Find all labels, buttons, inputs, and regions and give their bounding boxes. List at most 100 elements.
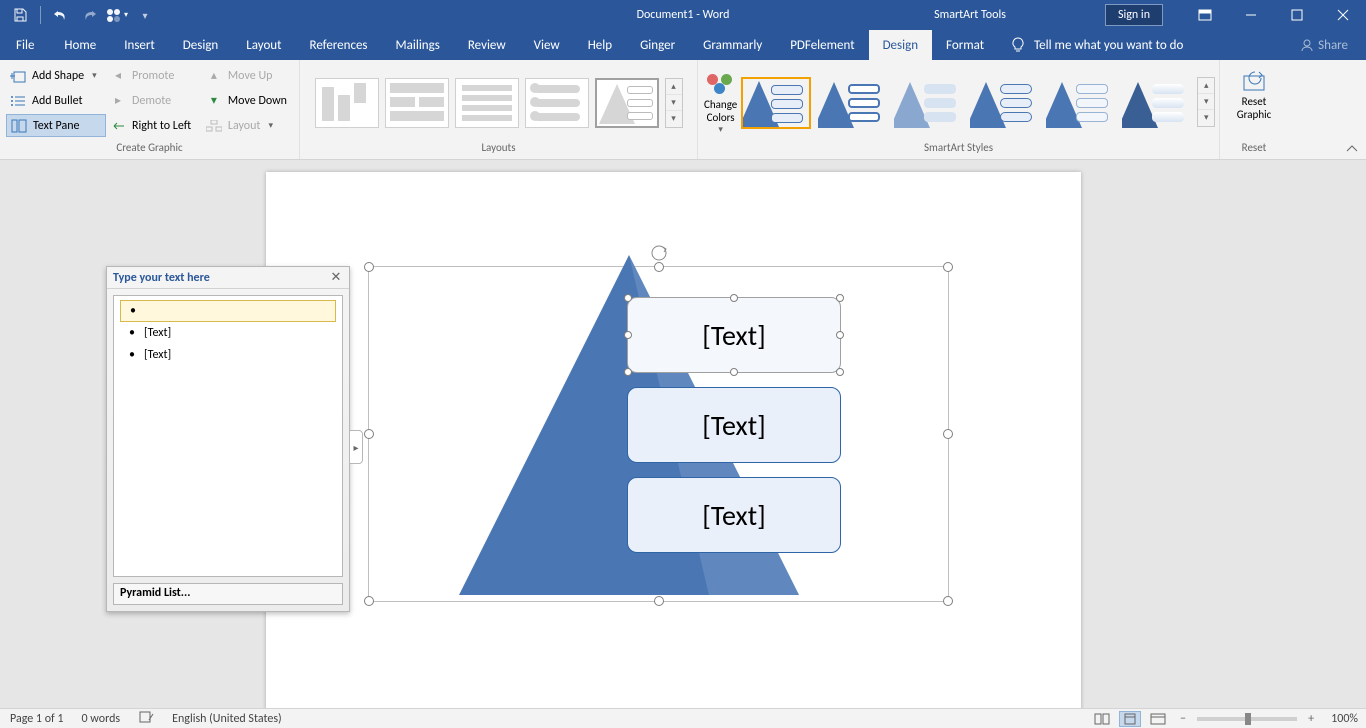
gallery-up-icon[interactable]: ▴ — [1198, 78, 1214, 94]
text-pane-item-3[interactable]: •[Text] — [120, 344, 336, 366]
collapse-ribbon-icon[interactable] — [1344, 141, 1360, 157]
layout-button[interactable]: Layout▾ — [202, 114, 293, 137]
sign-in-button[interactable]: Sign in — [1106, 5, 1162, 25]
tell-me-label: Tell me what you want to do — [1034, 38, 1183, 53]
style-option-1[interactable] — [741, 77, 811, 129]
smartart-text-box-3[interactable]: [Text] — [627, 477, 841, 553]
layout-option-5-selected[interactable] — [595, 78, 659, 128]
ribbon-display-options-icon[interactable] — [1182, 0, 1228, 30]
tab-pdfelement[interactable]: PDFelement — [776, 30, 868, 60]
status-words[interactable]: 0 words — [82, 712, 121, 726]
change-colors-button[interactable]: Change Colors ▾ — [704, 70, 737, 135]
zoom-slider[interactable] — [1197, 717, 1297, 721]
title-bar: ▾ ▾ Document1 - Word SmartArt Tools Sign… — [0, 0, 1366, 30]
add-shape-button[interactable]: Add Shape▾ — [6, 64, 106, 87]
layout-option-4[interactable] — [525, 78, 589, 128]
tab-view[interactable]: View — [520, 30, 574, 60]
group-label-styles: SmartArt Styles — [698, 141, 1219, 159]
qat-divider — [40, 6, 41, 24]
share-icon — [1300, 38, 1314, 52]
text-pane-item-2[interactable]: •[Text] — [120, 322, 336, 344]
spellcheck-icon[interactable] — [138, 710, 154, 728]
close-icon[interactable] — [1320, 0, 1366, 30]
group-create-graphic: Add Shape▾ Add Bullet Text Pane ◂Promote… — [0, 60, 300, 159]
style-option-4[interactable] — [969, 77, 1039, 129]
tab-layout[interactable]: Layout — [232, 30, 295, 60]
change-colors-icon — [707, 74, 735, 95]
tab-design[interactable]: Design — [169, 30, 232, 60]
tab-smartart-format[interactable]: Format — [932, 30, 998, 60]
web-layout-icon[interactable] — [1147, 711, 1169, 727]
gallery-down-icon[interactable]: ▾ — [666, 95, 682, 111]
zoom-out-button[interactable]: − — [1175, 712, 1191, 726]
style-option-5[interactable] — [1045, 77, 1115, 129]
minimize-icon[interactable] — [1228, 0, 1274, 30]
tab-home[interactable]: Home — [50, 30, 110, 60]
text-pane-button[interactable]: Text Pane — [6, 114, 106, 137]
styles-gallery-scroll[interactable]: ▴ ▾ ▾ — [1197, 77, 1215, 127]
tab-insert[interactable]: Insert — [110, 30, 169, 60]
tab-smartart-design[interactable]: Design — [869, 30, 932, 60]
read-mode-icon[interactable] — [1091, 711, 1113, 727]
tab-review[interactable]: Review — [454, 30, 520, 60]
share-button[interactable]: Share — [1300, 30, 1348, 60]
add-bullet-button[interactable]: Add Bullet — [6, 89, 106, 112]
move-up-icon: ▴ — [206, 68, 222, 84]
smartart-text-pane[interactable]: Type your text here ✕ • •[Text] •[Text] … — [106, 266, 350, 612]
gallery-more-icon[interactable]: ▾ — [1198, 110, 1214, 126]
gallery-up-icon[interactable]: ▴ — [666, 79, 682, 95]
style-option-3[interactable] — [893, 77, 963, 129]
promote-button[interactable]: ◂Promote — [106, 64, 202, 87]
redo-icon[interactable] — [77, 3, 101, 27]
smartart-text-box-1[interactable]: [Text] — [627, 297, 841, 373]
lightbulb-icon — [1010, 37, 1026, 53]
style-option-6[interactable] — [1121, 77, 1191, 129]
tab-references[interactable]: References — [296, 30, 382, 60]
close-icon[interactable]: ✕ — [329, 271, 343, 285]
layout-option-3[interactable] — [455, 78, 519, 128]
print-layout-icon[interactable] — [1119, 711, 1141, 727]
reset-icon — [1241, 70, 1267, 92]
quick-style-icon[interactable]: ▾ — [105, 3, 129, 27]
reset-graphic-button[interactable]: Reset Graphic — [1226, 64, 1282, 141]
tab-file[interactable]: File — [0, 30, 50, 60]
tab-ginger[interactable]: Ginger — [626, 30, 689, 60]
tab-mailings[interactable]: Mailings — [382, 30, 454, 60]
gallery-more-icon[interactable]: ▾ — [666, 111, 682, 127]
undo-icon[interactable] — [49, 3, 73, 27]
right-to-left-icon — [110, 118, 126, 134]
qat-customize-icon[interactable]: ▾ — [133, 3, 157, 27]
group-smartart-styles: Change Colors ▾ — [698, 60, 1220, 159]
gallery-down-icon[interactable]: ▾ — [1198, 94, 1214, 110]
maximize-icon[interactable] — [1274, 0, 1320, 30]
smartart-text-box-2[interactable]: [Text] — [627, 387, 841, 463]
window-title: Document1 - Word — [637, 8, 730, 22]
smartart-frame[interactable]: [Text] [Text] [Text] — [368, 266, 949, 602]
tell-me-search[interactable]: Tell me what you want to do — [1010, 30, 1183, 60]
demote-button[interactable]: ▸Demote — [106, 89, 202, 112]
style-option-2[interactable] — [817, 77, 887, 129]
ribbon: Add Shape▾ Add Bullet Text Pane ◂Promote… — [0, 60, 1366, 160]
move-up-button[interactable]: ▴Move Up — [202, 64, 293, 87]
zoom-level[interactable]: 100% — [1331, 712, 1358, 726]
text-pane-toggle[interactable]: ▸ — [349, 430, 363, 464]
right-to-left-button[interactable]: Right to Left — [106, 114, 202, 137]
ribbon-tabs: File Home Insert Design Layout Reference… — [0, 30, 1366, 60]
status-page[interactable]: Page 1 of 1 — [10, 712, 64, 726]
document-workspace: Type your text here ✕ • •[Text] •[Text] … — [0, 160, 1366, 708]
layouts-gallery-scroll[interactable]: ▴ ▾ ▾ — [665, 78, 683, 128]
save-icon[interactable] — [8, 3, 32, 27]
promote-icon: ◂ — [110, 68, 126, 84]
layout-option-1[interactable] — [315, 78, 379, 128]
tab-grammarly[interactable]: Grammarly — [689, 30, 776, 60]
zoom-in-button[interactable]: + — [1303, 712, 1319, 726]
styles-gallery: ▴ ▾ ▾ — [741, 77, 1215, 129]
text-pane-item-1[interactable]: • — [120, 300, 336, 322]
layout-option-2[interactable] — [385, 78, 449, 128]
move-down-button[interactable]: ▾Move Down — [202, 89, 293, 112]
status-language[interactable]: English (United States) — [172, 712, 282, 726]
text-pane-body[interactable]: • •[Text] •[Text] — [113, 295, 343, 577]
tab-help[interactable]: Help — [574, 30, 626, 60]
text-pane-title: Type your text here — [113, 271, 210, 285]
quick-access-toolbar: ▾ ▾ — [0, 0, 157, 30]
